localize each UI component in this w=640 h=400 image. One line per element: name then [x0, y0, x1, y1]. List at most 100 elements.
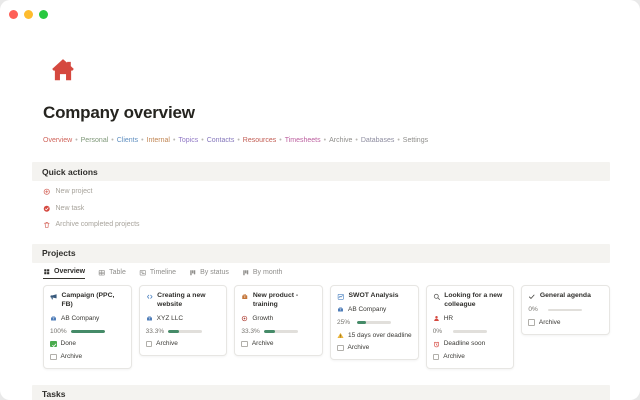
breadcrumb-nav: Overview • Personal • Clients • Internal • Topic…: [43, 136, 610, 145]
project-title: SWOT Analysis: [348, 292, 399, 300]
progress-percent: 0%: [528, 305, 538, 313]
project-company: AB Company: [50, 315, 125, 323]
search-icon: [433, 293, 440, 300]
tab-table[interactable]: Table: [98, 269, 126, 280]
projects-heading: Projects: [32, 243, 610, 263]
progress-percent: 25%: [337, 318, 351, 326]
quick-action-label: Archive completed projects: [55, 221, 140, 229]
project-card-campaign[interactable]: Campaign (PPC, FB) AB Company 100% Done …: [43, 285, 132, 369]
archive-row: Archive: [528, 319, 603, 327]
archive-row: Archive: [337, 344, 412, 352]
archive-row: Archive: [241, 340, 316, 348]
archive-checkbox[interactable]: [241, 340, 248, 348]
tab-by-month[interactable]: By month: [242, 269, 282, 280]
nav-link-personal[interactable]: Personal: [81, 137, 109, 144]
progress-percent: 0%: [432, 327, 443, 335]
nav-separator: •: [355, 137, 358, 144]
deadline-soon-row: Deadline soon: [433, 340, 508, 348]
progress-percent: 100%: [50, 327, 67, 335]
nav-link-overview[interactable]: Overview: [43, 137, 72, 144]
alarm-icon: [433, 341, 439, 348]
briefcase-icon: [51, 316, 56, 321]
nav-separator: •: [75, 137, 78, 144]
archive-checkbox[interactable]: [337, 344, 344, 352]
nav-link-databases[interactable]: Databases: [361, 137, 394, 144]
nav-link-topics[interactable]: Topics: [178, 137, 198, 144]
nav-link-clients[interactable]: Clients: [117, 137, 138, 144]
project-card-agenda[interactable]: General agenda 0% Archive: [521, 285, 611, 335]
nav-link-resources[interactable]: Resources: [243, 137, 276, 144]
progress-row: 33.3%: [241, 328, 316, 336]
progress-percent: 33.3%: [145, 327, 165, 335]
project-title: Creating a new website: [157, 292, 206, 308]
archive-row: Archive: [432, 353, 508, 361]
archive-completed-action[interactable]: Archive completed projects: [43, 221, 610, 229]
home-icon[interactable]: [50, 57, 76, 84]
nav-link-settings[interactable]: Settings: [403, 137, 428, 144]
nav-link-internal[interactable]: Internal: [147, 137, 170, 144]
progress-row: 25%: [337, 319, 412, 327]
deadline-warning-row: 15 days over deadline: [337, 332, 412, 340]
tab-by-status[interactable]: By status: [189, 269, 229, 280]
page-title: Company overview: [43, 103, 195, 122]
progress-bar: [263, 330, 298, 333]
archive-checkbox[interactable]: [50, 353, 57, 361]
nav-separator: •: [279, 137, 282, 144]
nav-separator: •: [141, 137, 144, 144]
project-card-swot[interactable]: SWOT Analysis AB Company 25% 15 days ove…: [330, 285, 419, 361]
project-company: XYZ LLC: [146, 315, 221, 323]
projects-view-tabs: Overview Table Timeline By status By mon…: [43, 268, 610, 280]
progress-row: 100%: [50, 328, 125, 336]
archive-checkbox[interactable]: [145, 340, 153, 348]
done-checkbox[interactable]: [50, 340, 57, 348]
nav-link-contacts[interactable]: Contacts: [207, 137, 235, 144]
quick-action-label: New task: [55, 204, 85, 212]
new-task-action[interactable]: New task: [43, 205, 610, 213]
code-icon: [146, 294, 153, 299]
nav-separator: •: [323, 137, 327, 144]
project-card-website[interactable]: Creating a new website XYZ LLC 33.3% Arc…: [138, 285, 228, 357]
progress-row: 0%: [528, 306, 603, 314]
quick-actions-list: New project New task Archive completed p…: [43, 188, 610, 229]
archive-row: Archive: [145, 340, 221, 348]
progress-bar: [452, 330, 487, 333]
tab-timeline[interactable]: Timeline: [139, 269, 176, 280]
close-window-button[interactable]: [9, 10, 18, 19]
progress-row: 0%: [433, 328, 508, 336]
project-company: Growth: [241, 315, 316, 323]
tab-overview[interactable]: Overview: [43, 268, 86, 280]
table-icon: [98, 269, 105, 275]
app-window: Company overview Overview • Personal • Clien…: [0, 0, 640, 400]
nav-separator: •: [201, 137, 204, 144]
status-label: Done: [60, 340, 77, 348]
progress-bar: [357, 321, 392, 324]
toolbox-icon: [242, 293, 248, 299]
board-icon: [190, 269, 196, 275]
check-circle-icon: [43, 205, 50, 212]
archive-row: Archive: [50, 353, 125, 361]
nav-separator: •: [172, 137, 176, 144]
project-company: HR: [433, 315, 508, 323]
person-icon: [433, 316, 439, 322]
timeline-icon: [139, 269, 146, 275]
nav-link-timesheets[interactable]: Timesheets: [285, 137, 321, 144]
progress-bar: [548, 308, 583, 312]
briefcase-icon: [146, 316, 152, 321]
nav-separator: •: [237, 137, 240, 144]
archive-checkbox[interactable]: [528, 319, 535, 326]
progress-percent: 33.3%: [241, 327, 260, 335]
archive-checkbox[interactable]: [432, 353, 440, 361]
warning-icon: [337, 332, 344, 338]
quick-action-label: New project: [55, 188, 93, 196]
check-icon: [529, 294, 535, 299]
nav-link-archive[interactable]: Archive: [329, 137, 352, 144]
briefcase-icon: [338, 307, 343, 312]
gallery-icon: [44, 268, 50, 274]
progress-row: 33.3%: [146, 328, 221, 336]
project-card-colleague[interactable]: Looking for a new colleague HR 0% Deadli…: [425, 285, 515, 369]
trash-icon: [43, 222, 50, 228]
project-company: AB Company: [337, 306, 412, 314]
project-card-training[interactable]: New product - training Growth 33.3% Arch…: [234, 285, 324, 357]
progress-bar: [70, 330, 105, 333]
new-project-action[interactable]: New project: [43, 188, 610, 196]
